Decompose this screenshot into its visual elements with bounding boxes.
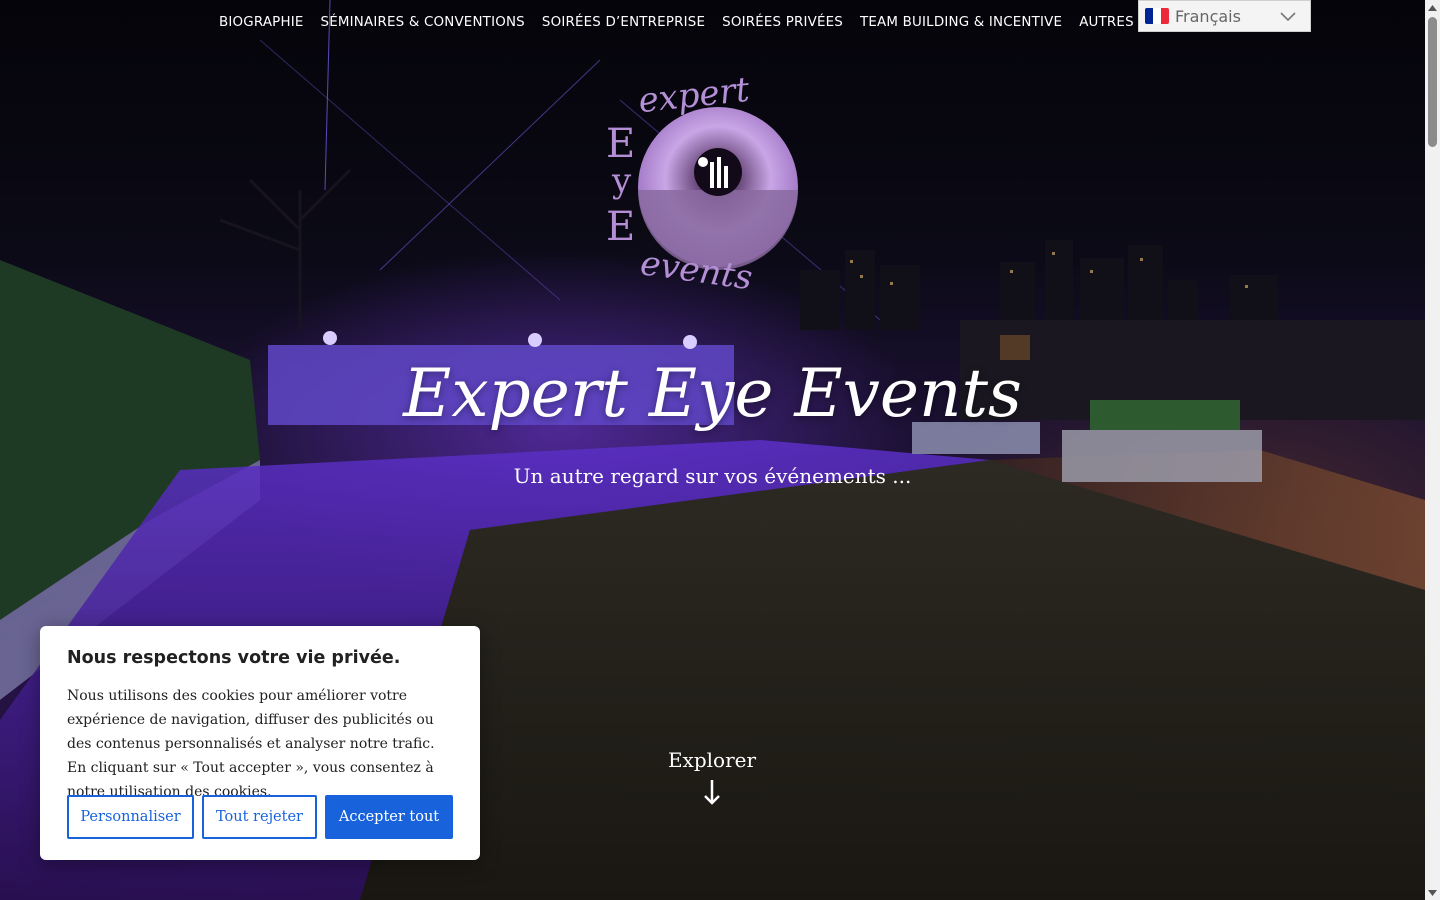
nav-item-soirees-entreprise[interactable]: SOIRÉES D’ENTREPRISE	[542, 14, 705, 32]
arrow-down-icon	[704, 780, 720, 805]
scrollbar-thumb[interactable]	[1428, 17, 1437, 147]
nav-item-team-building-incentive[interactable]: TEAM BUILDING & INCENTIVE	[860, 14, 1062, 32]
nav-item-soirees-privees[interactable]: SOIRÉES PRIVÉES	[722, 14, 843, 32]
french-flag-icon	[1145, 8, 1169, 24]
explore-link[interactable]: Explorer	[612, 748, 812, 806]
hero-subtitle: Un autre regard sur vos événements ...	[513, 464, 912, 488]
cookie-accept-all-button[interactable]: Accepter tout	[325, 795, 453, 839]
language-selector[interactable]: Français	[1138, 0, 1311, 32]
scroll-down-arrow-icon[interactable]	[1425, 885, 1440, 900]
expert-eye-events-logo: expert E y E events	[606, 70, 798, 298]
main-navigation: BIOGRAPHIE SÉMINAIRES & CONVENTIONS SOIR…	[0, 0, 1138, 40]
nav-item-seminaires-conventions[interactable]: SÉMINAIRES & CONVENTIONS	[321, 14, 525, 32]
svg-text:E: E	[606, 204, 635, 250]
hero-title: Expert Eye Events	[403, 355, 1022, 432]
cookie-consent-banner: Nous respectons votre vie privée. Nous u…	[40, 626, 480, 860]
nav-item-autres-prestations[interactable]: AUTRES PRE	[1079, 14, 1138, 32]
scroll-up-arrow-icon[interactable]	[1425, 0, 1440, 15]
cookie-banner-title: Nous respectons votre vie privée.	[67, 648, 401, 668]
cookie-banner-text: Nous utilisons des cookies pour améliore…	[67, 688, 435, 800]
explore-label: Explorer	[667, 748, 757, 772]
cookie-reject-all-button[interactable]: Tout rejeter	[202, 795, 317, 839]
language-selected-label: Français	[1175, 6, 1241, 26]
nav-item-biographie[interactable]: BIOGRAPHIE	[219, 14, 304, 32]
page-scrollbar[interactable]	[1425, 0, 1440, 900]
svg-text:y: y	[611, 161, 632, 201]
chevron-down-icon	[1280, 12, 1296, 22]
cookie-customize-button[interactable]: Personnaliser	[67, 795, 194, 839]
